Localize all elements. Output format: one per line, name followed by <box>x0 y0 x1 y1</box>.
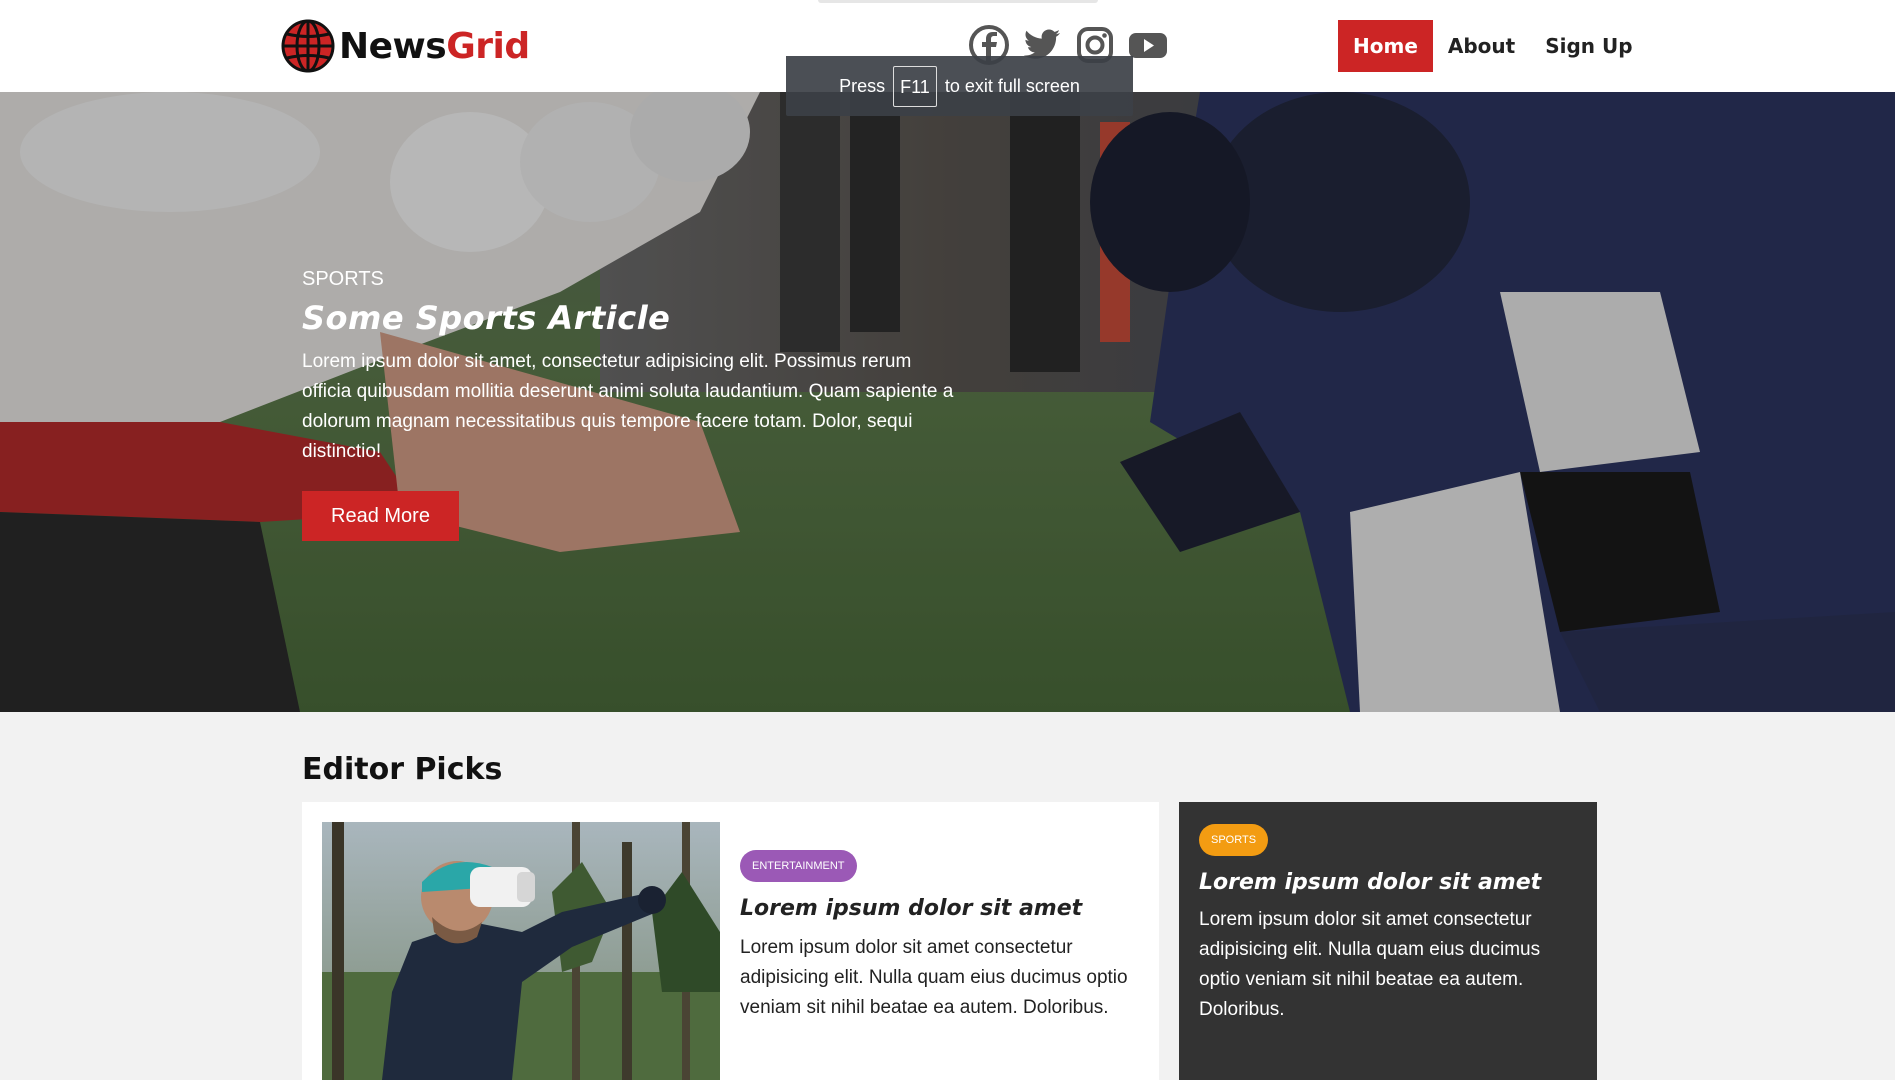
card-body: ENTERTAINMENT Lorem ipsum dolor sit amet… <box>740 850 1140 1023</box>
youtube-icon[interactable] <box>1127 24 1169 66</box>
editor-picks-heading: Editor Picks <box>302 752 503 787</box>
nav-about[interactable]: About <box>1433 20 1530 72</box>
side-card-title[interactable]: Lorem ipsum dolor sit amet <box>1199 870 1579 895</box>
site-logo[interactable]: NewsGrid <box>281 19 530 73</box>
globe-icon <box>281 19 335 73</box>
main-nav: Home About Sign Up <box>1338 20 1648 72</box>
hero-category: SPORTS <box>302 268 384 290</box>
card-title[interactable]: Lorem ipsum dolor sit amet <box>740 896 1140 921</box>
card-text: Lorem ipsum dolor sit amet consectetur a… <box>740 937 1128 1018</box>
card-image <box>322 822 720 1080</box>
fullscreen-notice-press: Press <box>839 75 886 96</box>
side-card-body: SPORTS Lorem ipsum dolor sit amet Lorem … <box>1199 824 1579 1025</box>
hero-title: Some Sports Article <box>302 299 671 337</box>
nav-signup[interactable]: Sign Up <box>1530 20 1647 72</box>
read-more-button[interactable]: Read More <box>302 491 459 541</box>
hero-banner: SPORTS Some Sports Article Lorem ipsum d… <box>0 92 1895 712</box>
editor-pick-main-card[interactable]: ENTERTAINMENT Lorem ipsum dolor sit amet… <box>302 802 1159 1080</box>
fullscreen-notice-key: F11 <box>893 65 937 107</box>
logo-text-grid: Grid <box>446 25 530 67</box>
hero-text: Lorem ipsum dolor sit amet, consectetur … <box>302 351 954 462</box>
entertainment-badge[interactable]: ENTERTAINMENT <box>740 850 857 882</box>
hero-content: SPORTS Some Sports Article Lorem ipsum d… <box>302 268 962 541</box>
side-card-text: Lorem ipsum dolor sit amet consectetur a… <box>1199 909 1541 1020</box>
editor-pick-side-card[interactable]: SPORTS Lorem ipsum dolor sit amet Lorem … <box>1179 802 1597 1080</box>
fullscreen-notice-text: to exit full screen <box>944 75 1080 96</box>
nav-home[interactable]: Home <box>1338 20 1433 72</box>
fullscreen-indicator <box>818 0 1098 3</box>
logo-text: NewsGrid <box>339 26 530 67</box>
logo-text-news: News <box>339 25 447 67</box>
vr-man-image <box>322 822 720 1080</box>
sports-badge[interactable]: SPORTS <box>1199 824 1269 856</box>
fullscreen-notice: Press F11 to exit full screen <box>786 56 1133 116</box>
